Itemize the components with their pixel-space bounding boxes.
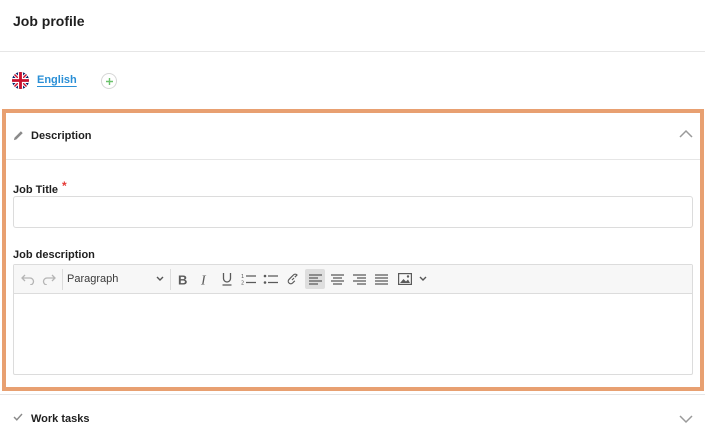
section-title: Description <box>31 130 92 142</box>
job-description-editor: Paragraph B I 12 <box>13 264 693 375</box>
editor-content-area[interactable] <box>14 294 692 374</box>
numbered-list-button[interactable]: 12 <box>239 269 259 289</box>
bold-button[interactable]: B <box>173 269 193 289</box>
align-left-button[interactable] <box>305 269 325 289</box>
work-tasks-title: Work tasks <box>31 413 90 425</box>
chevron-down-icon <box>419 276 427 281</box>
align-right-button[interactable] <box>349 269 369 289</box>
insert-image-button[interactable] <box>395 269 415 289</box>
bullet-list-button[interactable] <box>261 269 281 289</box>
align-center-icon <box>330 273 344 285</box>
bullet-list-icon <box>263 274 278 284</box>
align-left-icon <box>308 273 322 285</box>
required-marker: * <box>62 179 67 193</box>
undo-button[interactable] <box>18 269 38 289</box>
chevron-down-icon[interactable] <box>679 415 693 424</box>
undo-icon <box>21 274 35 285</box>
italic-icon: I <box>200 273 207 286</box>
description-section-header[interactable]: Description <box>6 113 700 160</box>
add-language-button[interactable] <box>101 73 117 89</box>
underline-button[interactable] <box>217 269 237 289</box>
image-options-dropdown[interactable] <box>415 269 431 289</box>
align-justify-button[interactable] <box>371 269 391 289</box>
language-link-english[interactable]: English <box>37 74 77 86</box>
link-icon <box>287 273 298 285</box>
chevron-up-icon[interactable] <box>679 129 693 139</box>
toolbar-divider <box>62 269 63 290</box>
plus-icon <box>105 77 113 85</box>
svg-text:1: 1 <box>241 274 244 280</box>
format-select-value: Paragraph <box>67 273 119 285</box>
editor-toolbar: Paragraph B I 12 <box>14 265 692 294</box>
svg-text:2: 2 <box>241 281 244 286</box>
description-section: Description Job Title * Job description P… <box>2 109 704 391</box>
check-icon <box>13 413 23 421</box>
toolbar-divider <box>170 269 171 290</box>
page-title: Job profile <box>13 13 85 29</box>
paragraph-format-select[interactable]: Paragraph <box>65 269 167 290</box>
uk-flag-icon <box>12 72 29 89</box>
align-justify-icon <box>374 273 388 285</box>
redo-button[interactable] <box>39 269 59 289</box>
language-bar: English <box>0 53 705 108</box>
align-center-button[interactable] <box>327 269 347 289</box>
bold-icon: B <box>178 273 187 286</box>
redo-icon <box>42 274 56 285</box>
align-right-icon <box>352 273 366 285</box>
svg-text:B: B <box>178 273 187 286</box>
underline-icon <box>222 273 232 286</box>
pencil-icon <box>13 131 23 141</box>
numbered-list-icon: 12 <box>241 274 256 286</box>
link-button[interactable] <box>283 269 303 289</box>
svg-text:I: I <box>200 273 207 286</box>
work-tasks-section-header[interactable]: Work tasks <box>0 394 705 432</box>
job-title-label: Job Title * <box>13 179 67 196</box>
job-title-label-text: Job Title <box>13 184 59 196</box>
page-header: Job profile <box>0 0 705 52</box>
italic-button[interactable]: I <box>195 269 215 289</box>
job-description-label: Job description <box>13 249 95 261</box>
job-title-input[interactable] <box>13 196 693 228</box>
image-icon <box>398 273 412 285</box>
chevron-down-icon <box>156 276 164 281</box>
